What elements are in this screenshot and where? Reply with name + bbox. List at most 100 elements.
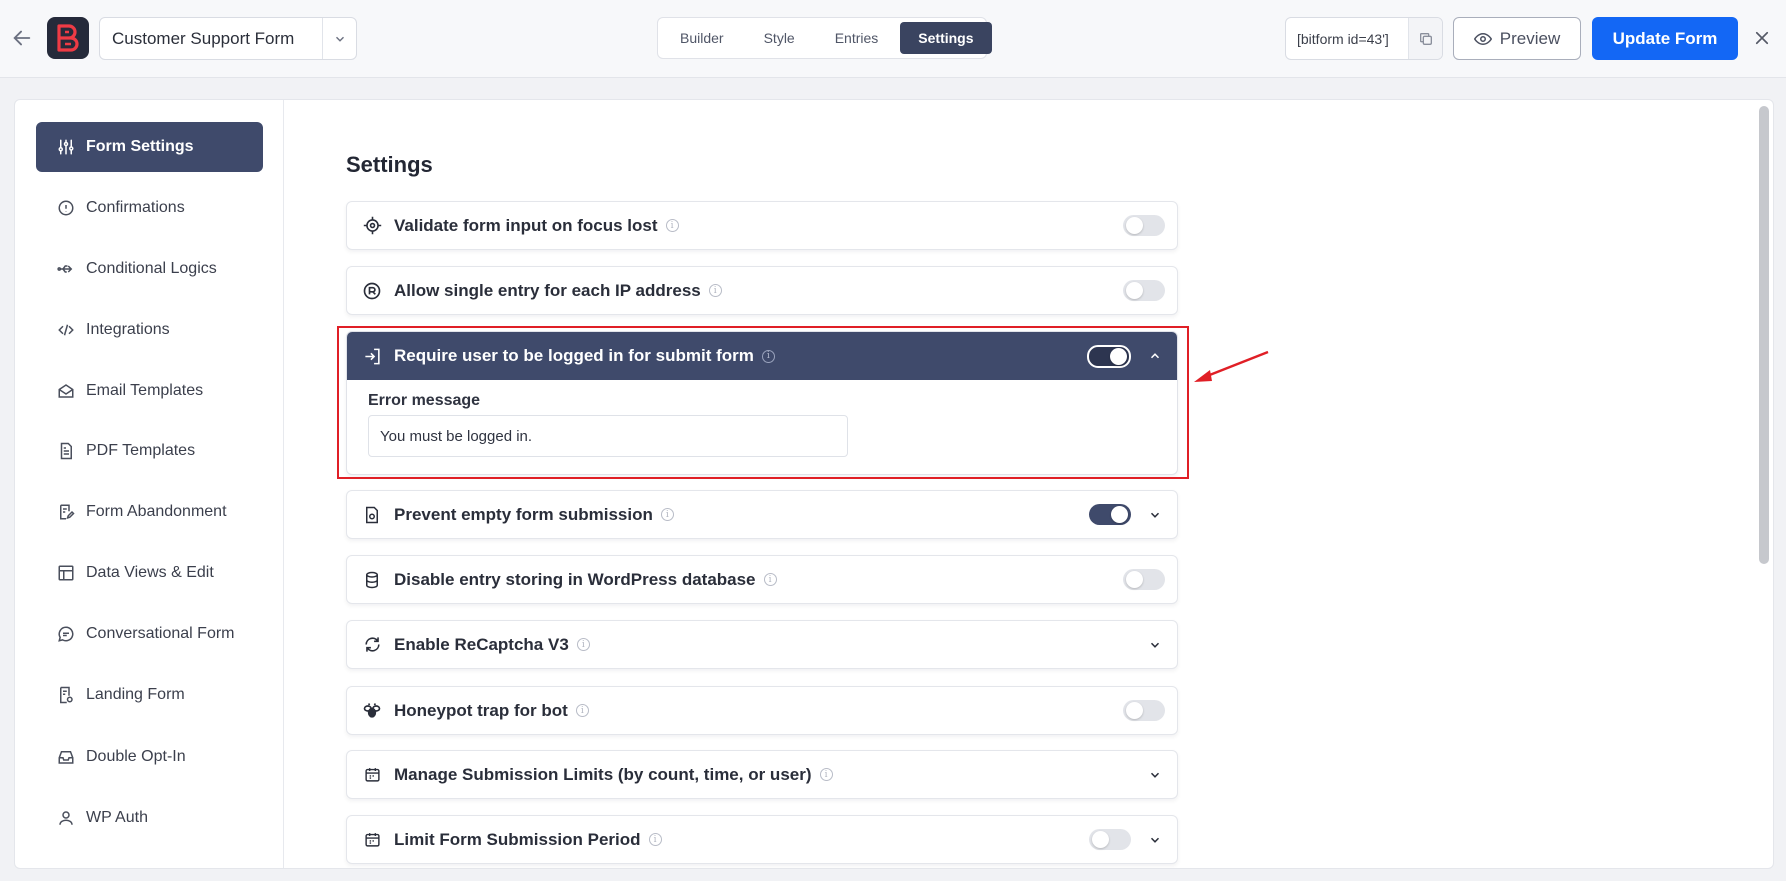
close-icon (1755, 31, 1769, 45)
sidebar-item-email-templates[interactable]: Email Templates (36, 366, 263, 416)
form-name: Customer Support Form (112, 28, 295, 48)
info-icon[interactable]: i (575, 704, 589, 717)
setting-label: Prevent empty form submission (394, 504, 653, 524)
setting-row-recaptcha[interactable]: Enable ReCaptcha V3 i (346, 620, 1178, 669)
vertical-scrollbar[interactable] (1759, 106, 1769, 564)
toggle-require-login[interactable] (1087, 345, 1131, 368)
shortcode-text: [bitform id=43'] (1297, 30, 1389, 47)
sliders-icon (58, 139, 74, 155)
sidebar-item-label: Email Templates (86, 382, 204, 399)
info-icon[interactable]: i (660, 508, 674, 521)
settings-sidebar: Form Settings Confirmations Conditional … (15, 100, 284, 868)
info-icon[interactable]: i (648, 833, 662, 846)
annotation-arrow (1194, 350, 1269, 382)
setting-row-prevent-empty[interactable]: Prevent empty form submission i (346, 490, 1178, 539)
sidebar-item-label: Confirmations (86, 199, 185, 216)
copy-shortcode-button[interactable] (1408, 18, 1442, 59)
form-selector[interactable]: Customer Support Form (99, 17, 357, 60)
tab-settings[interactable]: Settings (900, 22, 992, 54)
code-icon (58, 324, 74, 336)
app-logo[interactable] (47, 17, 89, 59)
info-icon[interactable]: i (819, 768, 833, 781)
error-message-input[interactable] (368, 415, 848, 457)
chevron-up-icon (1150, 353, 1160, 359)
info-icon[interactable]: i (576, 638, 590, 651)
sidebar-item-label: Form Abandonment (86, 503, 227, 520)
info-icon[interactable]: i (763, 573, 777, 586)
chevron-down-icon (335, 36, 344, 42)
info-icon[interactable]: i (708, 284, 722, 297)
tab-entries[interactable]: Entries (817, 22, 897, 54)
tab-style[interactable]: Style (746, 22, 813, 54)
toggle-validate-focus[interactable] (1123, 215, 1165, 236)
toggle-honeypot[interactable] (1123, 700, 1165, 721)
toggle-submission-period[interactable] (1089, 829, 1131, 850)
sidebar-item-landing-form[interactable]: Landing Form (36, 670, 263, 720)
close-button[interactable] (1750, 26, 1774, 50)
sidebar-item-form-abandonment[interactable]: Form Abandonment (36, 487, 263, 537)
top-bar: Customer Support Form Builder Style Entr… (0, 0, 1786, 78)
sidebar-item-label: Double Opt-In (86, 748, 186, 765)
sidebar-item-pdf-templates[interactable]: PDF Templates (36, 426, 263, 476)
login-icon (362, 346, 382, 366)
sidebar-item-data-views-edit[interactable]: Data Views & Edit (36, 548, 263, 598)
info-circle-icon (58, 200, 74, 216)
shield-doc-icon (362, 505, 382, 525)
sidebar-item-label: Conditional Logics (86, 260, 217, 277)
database-icon (362, 570, 382, 590)
expand-button[interactable] (1147, 832, 1163, 848)
setting-row-disable-storing[interactable]: Disable entry storing in WordPress datab… (346, 555, 1178, 604)
info-icon[interactable]: i (665, 219, 679, 232)
setting-row-honeypot[interactable]: Honeypot trap for bot i (346, 686, 1178, 735)
collapse-button[interactable] (1147, 348, 1163, 364)
expand-button[interactable] (1147, 637, 1163, 653)
error-message-label: Error message (368, 392, 481, 409)
form-edit-icon (60, 504, 75, 520)
setting-row-require-login-header[interactable]: Require user to be logged in for submit … (347, 332, 1177, 380)
setting-label: Validate form input on focus lost (394, 215, 658, 235)
preview-button[interactable]: Preview (1453, 17, 1581, 60)
expand-button[interactable] (1147, 767, 1163, 783)
bitform-logo-icon (57, 24, 79, 52)
setting-label: Disable entry storing in WordPress datab… (394, 569, 756, 589)
calendar-icon (362, 830, 382, 850)
calendar-icon (362, 765, 382, 785)
setting-row-validate-focus[interactable]: Validate form input on focus lost i (346, 201, 1178, 250)
expand-button[interactable] (1147, 507, 1163, 523)
editor-tabs: Builder Style Entries Settings (657, 17, 992, 59)
main-panel: Form Settings Confirmations Conditional … (14, 99, 1774, 869)
update-form-button[interactable]: Update Form (1592, 17, 1738, 60)
form-selector-dropdown[interactable] (322, 18, 356, 59)
sidebar-item-label: WP Auth (86, 809, 148, 826)
sidebar-item-label: Form Settings (86, 138, 194, 155)
arrow-left-icon (13, 30, 31, 46)
sidebar-item-label: Conversational Form (86, 625, 235, 642)
setting-label: Enable ReCaptcha V3 (394, 634, 569, 654)
sidebar-item-form-settings[interactable]: Form Settings (36, 122, 263, 172)
setting-row-single-entry-ip[interactable]: Allow single entry for each IP address i (346, 266, 1178, 315)
setting-label: Manage Submission Limits (by count, time… (394, 764, 812, 784)
setting-row-require-login: Require user to be logged in for submit … (346, 331, 1178, 475)
sidebar-item-double-opt-in[interactable]: Double Opt-In (36, 732, 263, 782)
sidebar-item-integrations[interactable]: Integrations (36, 305, 263, 355)
sidebar-item-wp-auth[interactable]: WP Auth (36, 793, 263, 843)
setting-label: Honeypot trap for bot (394, 700, 568, 720)
setting-row-submission-period[interactable]: Limit Form Submission Period i (346, 815, 1178, 864)
sidebar-item-conditional-logics[interactable]: Conditional Logics (36, 244, 263, 294)
back-button[interactable] (8, 24, 36, 52)
inbox-icon (58, 751, 74, 764)
sidebar-item-label: Integrations (86, 321, 170, 338)
sidebar-item-confirmations[interactable]: Confirmations (36, 183, 263, 233)
chevron-down-icon (1150, 772, 1160, 778)
shortcode-field[interactable]: [bitform id=43'] (1285, 17, 1443, 60)
setting-row-submission-limits[interactable]: Manage Submission Limits (by count, time… (346, 750, 1178, 799)
toggle-disable-storing[interactable] (1123, 569, 1165, 590)
toggle-single-entry-ip[interactable] (1123, 280, 1165, 301)
info-icon[interactable]: i (761, 349, 775, 363)
sidebar-item-conversational-form[interactable]: Conversational Form (36, 609, 263, 659)
chevron-down-icon (1150, 642, 1160, 648)
tab-builder[interactable]: Builder (662, 22, 742, 54)
bee-icon (362, 701, 382, 721)
chat-icon (58, 626, 74, 642)
toggle-prevent-empty[interactable] (1089, 504, 1131, 525)
